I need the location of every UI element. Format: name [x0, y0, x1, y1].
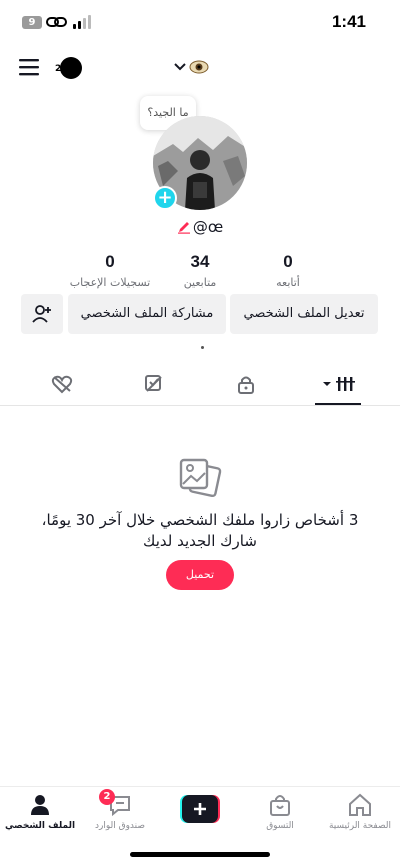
following-stat[interactable]: 0 أتابعه [238, 252, 338, 289]
add-friend-button[interactable] [21, 294, 63, 334]
likes-label: تسجيلات الإعجاب [69, 276, 151, 289]
tab-private[interactable] [216, 374, 276, 402]
tab-videos[interactable] [308, 374, 368, 402]
nav-profile-label: الملف الشخصي [4, 821, 76, 831]
account-switcher[interactable] [172, 56, 212, 78]
inbox-badge: 2 [99, 789, 115, 805]
home-indicator [130, 852, 270, 857]
profile-notification-count: 2 [55, 64, 62, 74]
profile-views-message: 3 أشخاص زاروا ملفك الشخصي خلال آخر 30 يو… [41, 511, 359, 550]
following-count: 0 [283, 252, 293, 271]
tab-reposts[interactable] [124, 374, 184, 402]
shopping-bag-icon [270, 795, 290, 816]
following-label: أتابعه [276, 276, 300, 289]
likes-stat[interactable]: 0 تسجيلات الإعجاب [60, 252, 160, 289]
videos-grid-icon [323, 377, 355, 391]
liked-heart-icon [51, 375, 73, 394]
status-time: 1:41 [331, 12, 366, 31]
nav-inbox-label: صندوق الوارد [94, 821, 146, 831]
signal-bars-icon [73, 15, 91, 29]
profile-person-icon [31, 795, 49, 815]
nav-profile[interactable]: الملف الشخصي [0, 793, 80, 831]
upload-button[interactable]: تحميل [166, 560, 234, 590]
nav-home[interactable]: الصفحة الرئيسية [320, 793, 400, 831]
username-row: @œ [0, 218, 400, 236]
add-avatar-button[interactable]: + [153, 186, 177, 210]
home-icon [349, 793, 371, 816]
photos-placeholder-icon [179, 458, 222, 498]
likes-count: 0 [105, 252, 115, 271]
followers-label: متابعين [183, 276, 217, 289]
username: @œ [192, 218, 224, 236]
followers-stat[interactable]: 34 متابعين [150, 252, 250, 289]
add-friend-icon [32, 305, 51, 323]
tab-liked[interactable] [32, 374, 92, 402]
reposts-icon [145, 375, 162, 392]
followers-count: 34 [190, 252, 210, 271]
nav-shop-label: التسوق [266, 821, 294, 831]
menu-icon[interactable] [18, 58, 40, 76]
bio-dot [201, 346, 204, 349]
edit-profile-button[interactable]: تعديل الملف الشخصي [230, 294, 378, 334]
battery-indicator: 9 [22, 16, 42, 29]
nav-shop[interactable]: التسوق [240, 793, 320, 831]
lock-icon [238, 376, 254, 394]
tabs-divider [0, 405, 400, 406]
link-icon [46, 17, 67, 27]
create-plus-button[interactable] [180, 795, 220, 823]
nav-home-label: الصفحة الرئيسية [328, 821, 392, 831]
nav-inbox[interactable]: صندوق الوارد [80, 793, 160, 831]
edit-pen-icon[interactable] [177, 220, 191, 234]
share-profile-button[interactable]: مشاركة الملف الشخصي [68, 294, 226, 334]
status-bar: 9 1:41 [0, 0, 400, 46]
